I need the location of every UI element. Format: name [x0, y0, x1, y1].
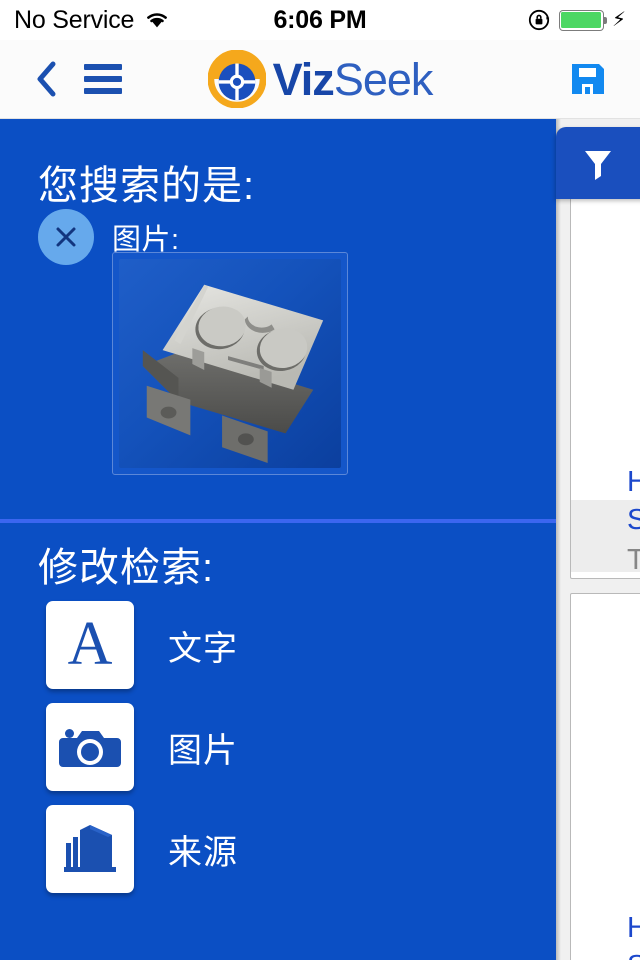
app-screen: No Service 6:06 PM ⚡ VizSeek 您搜索的是: 图片: … — [0, 0, 640, 960]
refine-option-text-label: 文字 — [168, 629, 238, 668]
floppy-disk-save-icon — [572, 64, 604, 94]
refine-search-heading: 修改检索: — [38, 546, 215, 590]
search-results-panel[interactable]: HC Ser Thi HC Ser Thi — [556, 119, 640, 960]
panel-edge-shadow — [556, 119, 561, 960]
status-bar: No Service 6:06 PM ⚡ — [0, 0, 640, 40]
result-card[interactable]: HC Ser Thi — [570, 147, 640, 579]
status-bar-right: ⚡ — [528, 8, 626, 32]
hamburger-menu-icon[interactable] — [84, 64, 122, 94]
carrier-label: No Service — [14, 5, 135, 34]
clock-label: 6:06 PM — [273, 5, 367, 34]
navbar-left-controls — [36, 61, 122, 97]
battery-icon — [558, 9, 608, 31]
searched-for-heading: 您搜索的是: — [38, 164, 256, 208]
remove-criteria-button[interactable] — [38, 209, 94, 265]
brand-seek-text: Seek — [333, 53, 434, 105]
result-card-title-line1: HC — [627, 464, 640, 502]
result-card-title-line2: Ser — [627, 502, 640, 540]
save-button[interactable] — [566, 57, 610, 101]
wifi-icon — [147, 13, 168, 28]
refine-option-image[interactable]: 图片 — [46, 703, 238, 791]
result-card-text: HC Ser Thi — [627, 464, 640, 578]
letter-a-glyph: A — [67, 609, 113, 678]
filter-toggle-button[interactable] — [556, 127, 640, 199]
result-card-title-line2: Ser — [627, 948, 640, 960]
result-card[interactable]: HC Ser Thi — [570, 593, 640, 960]
building-supplier-icon — [64, 825, 116, 872]
refine-option-image-label: 图片 — [168, 731, 238, 770]
brand-viz-text: Viz — [272, 53, 335, 105]
result-card-text: HC Ser Thi — [627, 910, 640, 960]
filter-funnel-icon — [585, 151, 611, 180]
status-bar-left: No Service — [14, 6, 171, 35]
results-list: HC Ser Thi HC Ser Thi — [556, 119, 640, 960]
building-icon-tile — [46, 805, 134, 893]
rotation-lock-icon — [528, 9, 550, 31]
result-card-title-line1: HC — [627, 910, 640, 948]
camera-icon-tile — [46, 703, 134, 791]
refine-option-source[interactable]: 来源 — [46, 805, 238, 893]
serif-letter-a-icon: A — [46, 601, 134, 689]
result-card-description: Thi — [627, 542, 640, 578]
3d-cad-bracket-image — [119, 259, 341, 468]
app-navigation-bar: VizSeek — [0, 40, 640, 119]
charging-bolt-icon: ⚡ — [611, 9, 626, 31]
section-divider — [0, 519, 556, 523]
brand-wordmark: VizSeek — [272, 53, 434, 105]
refine-option-text[interactable]: A 文字 — [46, 601, 238, 689]
back-chevron-icon[interactable] — [36, 61, 58, 97]
search-summary-drawer: 您搜索的是: 图片: 修改检索: A 文字 图片 来源 — [0, 119, 556, 960]
vizseek-target-logo-icon — [207, 50, 266, 108]
refine-option-source-label: 来源 — [168, 833, 238, 872]
camera-icon — [59, 729, 121, 767]
content-area: HC Ser Thi HC Ser Thi 您搜索的是: — [0, 119, 640, 960]
close-x-icon — [56, 227, 76, 247]
query-image-thumbnail[interactable] — [112, 252, 348, 475]
